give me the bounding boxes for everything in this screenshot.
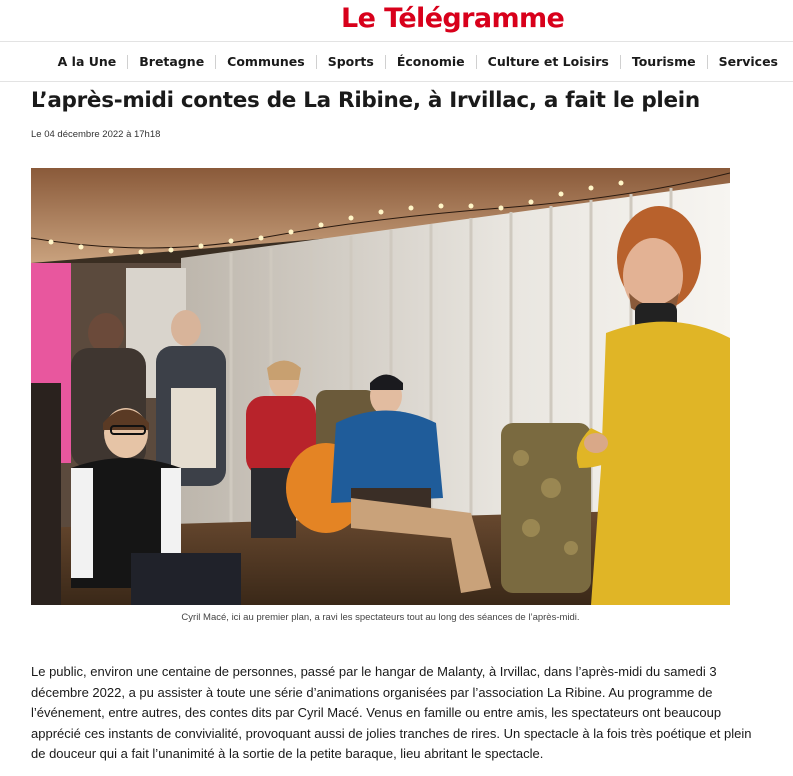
nav-item-a-la-une[interactable]: A la Une [47, 55, 129, 69]
nav-item-services[interactable]: Services [708, 55, 778, 69]
nav-item-tourisme[interactable]: Tourisme [621, 55, 708, 69]
photo-caption: Cyril Macé, ici au premier plan, a ravi … [181, 612, 580, 623]
article-date: Le 04 décembre 2022 à 17h18 [31, 129, 161, 140]
nav-item-culture-et-loisirs[interactable]: Culture et Loisirs [477, 55, 621, 69]
article-body: Le public, environ une centaine de perso… [31, 664, 752, 762]
nav-item-communes[interactable]: Communes [216, 55, 317, 69]
nav-item-economie[interactable]: Économie [386, 55, 477, 69]
photo-illustration [31, 168, 730, 605]
site-logo[interactable]: Le Télégramme [341, 2, 565, 36]
site-header: Le Télégramme [0, 0, 793, 42]
nav-item-bretagne[interactable]: Bretagne [128, 55, 217, 69]
nav-list: A la Une Bretagne Communes Sports Économ… [47, 42, 778, 82]
article-photo[interactable] [31, 168, 730, 605]
main-nav: A la Une Bretagne Communes Sports Économ… [0, 42, 793, 82]
nav-item-sports[interactable]: Sports [317, 55, 386, 69]
article-title: L’après-midi contes de La Ribine, à Irvi… [31, 88, 700, 113]
